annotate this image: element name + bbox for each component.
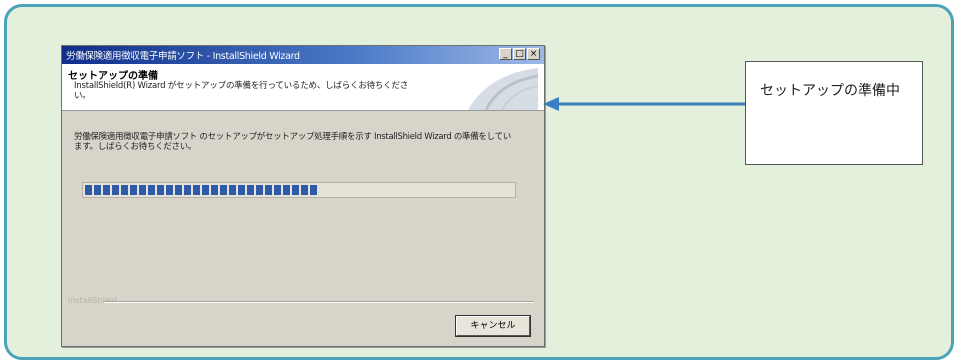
progress-segment — [193, 185, 200, 195]
progress-segment — [166, 185, 173, 195]
progress-segment — [283, 185, 290, 195]
progress-segment — [220, 185, 227, 195]
progress-segment — [292, 185, 299, 195]
pointer-arrow-icon — [543, 97, 745, 111]
progress-segment — [310, 185, 317, 195]
progress-segment — [85, 185, 92, 195]
wizard-header: セットアップの準備 InstallShield(R) Wizard がセットアッ… — [62, 64, 544, 111]
progress-fill — [85, 185, 317, 195]
progress-segment — [94, 185, 101, 195]
progress-segment — [112, 185, 119, 195]
progress-segment — [121, 185, 128, 195]
progress-segment — [256, 185, 263, 195]
progress-segment — [130, 185, 137, 195]
callout-text: セットアップの準備中 — [760, 83, 900, 99]
progress-segment — [157, 185, 164, 195]
wizard-banner-graphic — [468, 68, 538, 110]
progress-segment — [202, 185, 209, 195]
progress-segment — [247, 185, 254, 195]
window-title: 労働保険適用徴収電子申請ソフト - InstallShield Wizard — [66, 51, 300, 62]
status-message: 労働保険適用徴収電子申請ソフト のセットアップがセットアップ処理手順を示す In… — [74, 132, 511, 152]
progress-segment — [184, 185, 191, 195]
close-button[interactable]: × — [527, 48, 540, 60]
progress-segment — [265, 185, 272, 195]
installer-window: 労働保険適用徴収電子申請ソフト - InstallShield Wizard _… — [61, 45, 545, 347]
progress-bar — [82, 182, 516, 198]
progress-segment — [139, 185, 146, 195]
maximize-button[interactable]: □ — [513, 48, 526, 60]
footer-divider — [104, 301, 534, 303]
progress-segment — [103, 185, 110, 195]
progress-segment — [148, 185, 155, 195]
progress-segment — [211, 185, 218, 195]
progress-segment — [301, 185, 308, 195]
callout-box: セットアップの準備中 — [745, 61, 923, 165]
figure-frame: 労働保険適用徴収電子申請ソフト - InstallShield Wizard _… — [4, 4, 954, 360]
cancel-button[interactable]: キャンセル — [455, 315, 531, 337]
progress-segment — [238, 185, 245, 195]
progress-segment — [175, 185, 182, 195]
title-bar[interactable]: 労働保険適用徴収電子申請ソフト - InstallShield Wizard _… — [62, 46, 544, 64]
minimize-button[interactable]: _ — [499, 48, 512, 60]
progress-segment — [229, 185, 236, 195]
header-title: セットアップの準備 — [68, 71, 158, 82]
progress-segment — [274, 185, 281, 195]
header-description: InstallShield(R) Wizard がセットアップの準備を行っている… — [74, 81, 409, 101]
